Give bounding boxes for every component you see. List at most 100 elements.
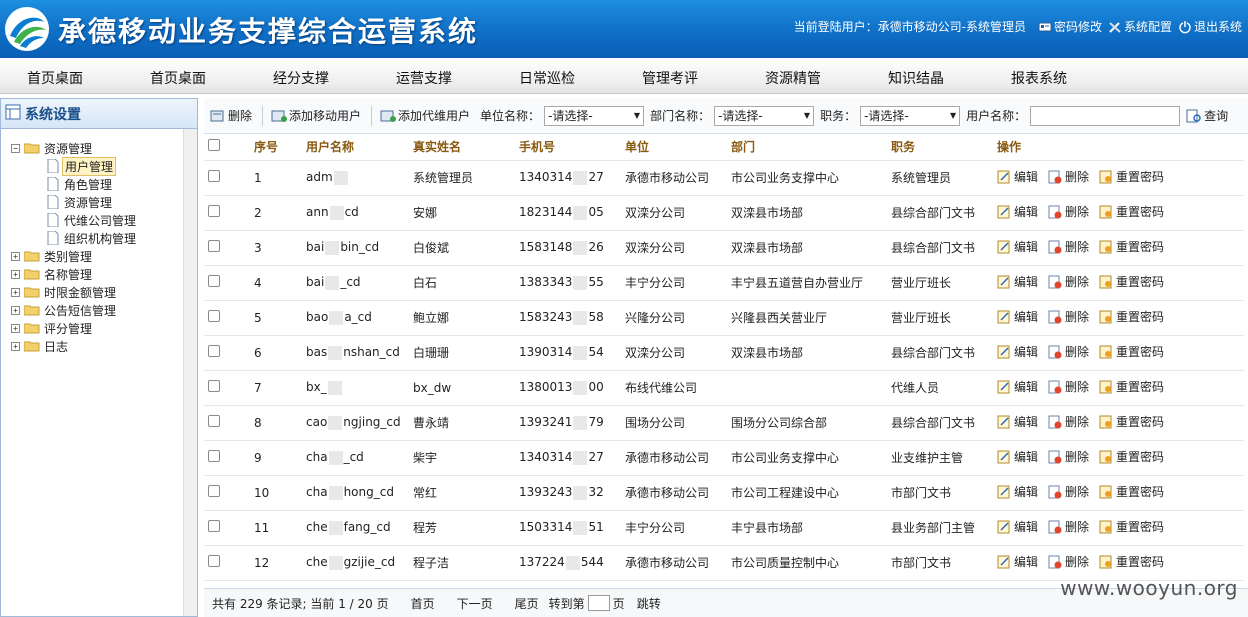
position-select[interactable]: -请选择- ▼	[860, 105, 961, 126]
tree-node-time-amount[interactable]: + 时限金额管理	[1, 283, 197, 301]
change-password-link[interactable]: 密码修改	[1038, 18, 1102, 35]
col-header-position: 职务	[891, 134, 997, 161]
add-agent-user-button[interactable]: 添加代维用户	[380, 107, 470, 124]
dept-select[interactable]: -请选择- ▼	[714, 105, 815, 126]
delete-row-button[interactable]: 删除	[1048, 308, 1089, 325]
nav-item-home-1[interactable]: 首页桌面	[5, 68, 105, 88]
edit-button[interactable]: 编辑	[997, 413, 1038, 430]
cell-phone: 1823144 05	[519, 195, 625, 231]
row-checkbox[interactable]	[208, 310, 220, 322]
expand-toggle-icon[interactable]: +	[11, 269, 20, 279]
unit-select[interactable]: -请选择- ▼	[544, 105, 645, 126]
nav-item-operation[interactable]: 运营支撑	[374, 68, 474, 88]
row-checkbox[interactable]	[208, 520, 220, 532]
collapse-toggle-icon[interactable]: −	[11, 143, 20, 153]
reset-password-button[interactable]: 重置密码	[1099, 553, 1164, 570]
edit-button[interactable]: 编辑	[997, 448, 1038, 465]
tree-node-role-mgmt[interactable]: 角色管理	[1, 175, 197, 193]
edit-button[interactable]: 编辑	[997, 483, 1038, 500]
expand-toggle-icon[interactable]: +	[11, 341, 20, 351]
delete-row-button[interactable]: 删除	[1048, 273, 1089, 290]
tree-node-agent-company[interactable]: 代维公司管理	[1, 211, 197, 229]
row-checkbox[interactable]	[208, 170, 220, 182]
delete-row-button[interactable]: 删除	[1048, 343, 1089, 360]
tree-node-resource-sub[interactable]: 资源管理	[1, 193, 197, 211]
row-checkbox[interactable]	[208, 240, 220, 252]
nav-item-analysis[interactable]: 经分支撑	[251, 68, 351, 88]
reset-password-button[interactable]: 重置密码	[1099, 343, 1164, 360]
folder-icon	[23, 340, 40, 352]
edit-icon	[997, 450, 1011, 464]
reset-password-button[interactable]: 重置密码	[1099, 483, 1164, 500]
query-button[interactable]: 查询	[1186, 107, 1228, 124]
edit-button[interactable]: 编辑	[997, 203, 1038, 220]
delete-row-button[interactable]: 删除	[1048, 238, 1089, 255]
first-page-link[interactable]: 首页	[411, 595, 435, 612]
tree-node-org-mgmt[interactable]: 组织机构管理	[1, 229, 197, 247]
row-checkbox[interactable]	[208, 205, 220, 217]
logout-link[interactable]: 退出系统	[1178, 18, 1242, 35]
last-page-link[interactable]: 尾页	[515, 595, 539, 612]
delete-button[interactable]: 删除	[210, 107, 252, 124]
tree-node-score[interactable]: + 评分管理	[1, 319, 197, 337]
delete-row-button[interactable]: 删除	[1048, 203, 1089, 220]
delete-row-button[interactable]: 删除	[1048, 378, 1089, 395]
tree-node-notice-sms[interactable]: + 公告短信管理	[1, 301, 197, 319]
next-page-link[interactable]: 下一页	[457, 595, 493, 612]
edit-button[interactable]: 编辑	[997, 378, 1038, 395]
expand-toggle-icon[interactable]: +	[11, 287, 20, 297]
nav-item-home-2[interactable]: 首页桌面	[128, 68, 228, 88]
reset-password-button[interactable]: 重置密码	[1099, 308, 1164, 325]
add-mobile-user-button[interactable]: 添加移动用户	[271, 107, 361, 124]
expand-toggle-icon[interactable]: +	[11, 251, 20, 261]
delete-row-button[interactable]: 删除	[1048, 448, 1089, 465]
delete-row-button[interactable]: 删除	[1048, 553, 1089, 570]
reset-password-button[interactable]: 重置密码	[1099, 413, 1164, 430]
reset-password-button[interactable]: 重置密码	[1099, 273, 1164, 290]
edit-button[interactable]: 编辑	[997, 168, 1038, 185]
edit-button[interactable]: 编辑	[997, 343, 1038, 360]
jump-button[interactable]: 跳转	[637, 595, 661, 612]
username-input[interactable]	[1030, 105, 1181, 126]
edit-button[interactable]: 编辑	[997, 238, 1038, 255]
nav-item-knowledge[interactable]: 知识结晶	[866, 68, 966, 88]
sidebar-scrollbar[interactable]	[183, 129, 197, 616]
goto-page-input[interactable]	[587, 595, 610, 611]
cell-username: cha _cd	[306, 440, 413, 476]
reset-password-button[interactable]: 重置密码	[1099, 168, 1164, 185]
edit-button[interactable]: 编辑	[997, 518, 1038, 535]
tree-node-name[interactable]: + 名称管理	[1, 265, 197, 283]
row-checkbox[interactable]	[208, 275, 220, 287]
delete-row-button[interactable]: 删除	[1048, 168, 1089, 185]
reset-password-button[interactable]: 重置密码	[1099, 518, 1164, 535]
cell-realname: 安娜	[413, 195, 519, 231]
edit-button[interactable]: 编辑	[997, 273, 1038, 290]
row-checkbox[interactable]	[208, 345, 220, 357]
expand-toggle-icon[interactable]: +	[11, 305, 20, 315]
edit-button[interactable]: 编辑	[997, 553, 1038, 570]
nav-item-resources[interactable]: 资源精管	[743, 68, 843, 88]
edit-button[interactable]: 编辑	[997, 308, 1038, 325]
select-all-checkbox[interactable]	[208, 139, 220, 152]
nav-item-evaluation[interactable]: 管理考评	[620, 68, 720, 88]
tree-node-log[interactable]: + 日志	[1, 337, 197, 355]
system-config-link[interactable]: 系统配置	[1108, 18, 1172, 35]
delete-row-button[interactable]: 删除	[1048, 483, 1089, 500]
reset-password-button[interactable]: 重置密码	[1099, 378, 1164, 395]
tree-node-user-mgmt[interactable]: 用户管理	[1, 156, 197, 176]
tree-node-category[interactable]: + 类别管理	[1, 247, 197, 265]
tree-node-resource-mgmt[interactable]: − 资源管理	[1, 139, 197, 157]
nav-item-reports[interactable]: 报表系统	[989, 68, 1089, 88]
delete-row-button[interactable]: 删除	[1048, 518, 1089, 535]
row-checkbox[interactable]	[208, 485, 220, 497]
reset-password-button[interactable]: 重置密码	[1099, 238, 1164, 255]
reset-password-button[interactable]: 重置密码	[1099, 203, 1164, 220]
expand-toggle-icon[interactable]: +	[11, 323, 20, 333]
reset-password-button[interactable]: 重置密码	[1099, 448, 1164, 465]
row-checkbox[interactable]	[208, 450, 220, 462]
row-checkbox[interactable]	[208, 555, 220, 567]
row-checkbox[interactable]	[208, 380, 220, 392]
delete-row-button[interactable]: 删除	[1048, 413, 1089, 430]
row-checkbox[interactable]	[208, 415, 220, 427]
nav-item-inspection[interactable]: 日常巡检	[497, 68, 597, 88]
